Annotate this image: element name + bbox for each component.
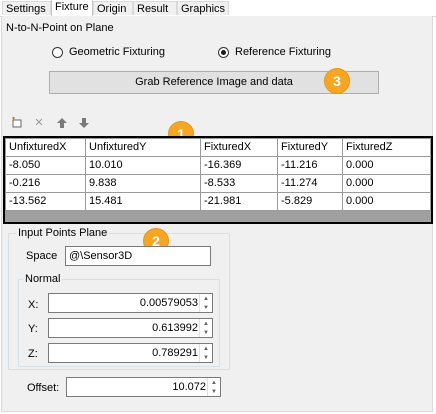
table-cell[interactable]: 9.838 bbox=[85, 174, 201, 193]
column-header[interactable]: UnfixturedX bbox=[5, 138, 86, 157]
table-row[interactable]: -13.562 15.481 -21.981 -5.829 0.000 bbox=[5, 192, 431, 211]
table-cell[interactable]: -0.216 bbox=[5, 174, 86, 193]
chevron-down-icon[interactable]: ▼ bbox=[203, 305, 209, 311]
radio-reference-fixturing[interactable]: Reference Fixturing bbox=[218, 46, 331, 58]
column-header[interactable]: FixturedY bbox=[277, 138, 343, 157]
offset-stepper[interactable]: 10.072 ▲ ▼ bbox=[66, 377, 221, 397]
chevron-down-icon[interactable]: ▼ bbox=[211, 389, 217, 395]
offset-value: 10.072 bbox=[172, 381, 206, 393]
normal-z-label: Z: bbox=[28, 348, 38, 360]
normal-x-stepper[interactable]: 0.00579053 ▲ ▼ bbox=[48, 293, 213, 313]
chevron-down-icon[interactable]: ▼ bbox=[203, 355, 209, 361]
tab-graphics[interactable]: Graphics bbox=[177, 1, 229, 15]
chevron-up-icon[interactable]: ▲ bbox=[211, 380, 217, 386]
tab-settings-label: Settings bbox=[6, 3, 46, 15]
stepper-arrows[interactable]: ▲ ▼ bbox=[199, 344, 212, 362]
tab-result[interactable]: Result bbox=[133, 1, 177, 15]
chevron-up-icon[interactable]: ▲ bbox=[203, 296, 209, 302]
stepper-arrows[interactable]: ▲ ▼ bbox=[207, 378, 220, 396]
table-cell[interactable]: 0.000 bbox=[342, 174, 431, 193]
chevron-down-icon[interactable]: ▼ bbox=[203, 330, 209, 336]
radio-circle-icon bbox=[52, 46, 63, 58]
table-footer-bar bbox=[5, 211, 431, 222]
callout-badge-3: 3 bbox=[324, 68, 350, 94]
column-header[interactable]: FixturedX bbox=[200, 138, 278, 157]
tab-fixture[interactable]: Fixture bbox=[51, 0, 93, 16]
offset-label: Offset: bbox=[27, 382, 60, 394]
points-table: UnfixturedX UnfixturedY FixturedX Fixtur… bbox=[3, 136, 433, 224]
radio-checked-icon bbox=[218, 46, 229, 58]
section-title: N-to-N-Point on Plane bbox=[6, 22, 114, 34]
space-field[interactable]: @\Sensor3D bbox=[65, 246, 211, 266]
table-cell[interactable]: -21.981 bbox=[200, 192, 278, 211]
normal-title: Normal bbox=[23, 273, 63, 285]
space-label: Space bbox=[26, 250, 58, 262]
chevron-up-icon[interactable]: ▲ bbox=[203, 321, 209, 327]
table-cell[interactable]: -5.829 bbox=[277, 192, 343, 211]
table-cell[interactable]: 0.000 bbox=[342, 192, 431, 211]
normal-z-value: 0.789291 bbox=[152, 347, 198, 359]
table-row[interactable]: -8.050 10.010 -16.369 -11.216 0.000 bbox=[5, 156, 431, 175]
grab-reference-label: Grab Reference Image and data bbox=[135, 76, 293, 88]
stepper-arrows[interactable]: ▲ ▼ bbox=[199, 294, 212, 312]
radio-geometric-label: Geometric Fixturing bbox=[69, 46, 165, 58]
tab-result-label: Result bbox=[137, 3, 169, 15]
move-down-icon[interactable] bbox=[78, 117, 90, 129]
stepper-arrows[interactable]: ▲ ▼ bbox=[199, 319, 212, 337]
move-up-icon[interactable] bbox=[56, 117, 68, 129]
space-value: @\Sensor3D bbox=[69, 250, 133, 262]
table-cell[interactable]: -13.562 bbox=[5, 192, 86, 211]
radio-geometric-fixturing[interactable]: Geometric Fixturing bbox=[52, 46, 165, 58]
new-row-icon[interactable] bbox=[11, 117, 23, 129]
tab-origin-label: Origin bbox=[97, 3, 127, 15]
radio-reference-label: Reference Fixturing bbox=[235, 46, 331, 58]
table-cell[interactable]: 15.481 bbox=[85, 192, 201, 211]
table-cell[interactable]: -8.050 bbox=[5, 156, 86, 175]
normal-x-label: X: bbox=[28, 299, 39, 311]
table-cell[interactable]: -16.369 bbox=[200, 156, 278, 175]
normal-y-stepper[interactable]: 0.613992 ▲ ▼ bbox=[48, 318, 213, 338]
tab-bar: Settings Fixture Origin Result Graphics bbox=[0, 0, 436, 17]
table-cell[interactable]: -11.216 bbox=[277, 156, 343, 175]
table-header-row: UnfixturedX UnfixturedY FixturedX Fixtur… bbox=[5, 138, 431, 157]
delete-icon[interactable]: ✕ bbox=[33, 117, 45, 129]
tab-origin[interactable]: Origin bbox=[93, 1, 133, 15]
column-header[interactable]: FixturedZ bbox=[342, 138, 431, 157]
table-cell[interactable]: 0.000 bbox=[342, 156, 431, 175]
normal-z-stepper[interactable]: 0.789291 ▲ ▼ bbox=[48, 343, 213, 363]
table-row[interactable]: -0.216 9.838 -8.533 -11.274 0.000 bbox=[5, 174, 431, 193]
tab-settings[interactable]: Settings bbox=[2, 1, 51, 15]
normal-x-value: 0.00579053 bbox=[139, 297, 198, 309]
table-cell[interactable]: -8.533 bbox=[200, 174, 278, 193]
table-cell[interactable]: 10.010 bbox=[85, 156, 201, 175]
chevron-up-icon[interactable]: ▲ bbox=[203, 346, 209, 352]
normal-y-label: Y: bbox=[28, 323, 38, 335]
tab-graphics-label: Graphics bbox=[181, 3, 226, 15]
tab-fixture-label: Fixture bbox=[55, 1, 89, 13]
normal-y-value: 0.613992 bbox=[152, 322, 198, 334]
input-points-plane-title: Input Points Plane bbox=[16, 227, 110, 239]
column-header[interactable]: UnfixturedY bbox=[85, 138, 201, 157]
table-cell[interactable]: -11.274 bbox=[277, 174, 343, 193]
